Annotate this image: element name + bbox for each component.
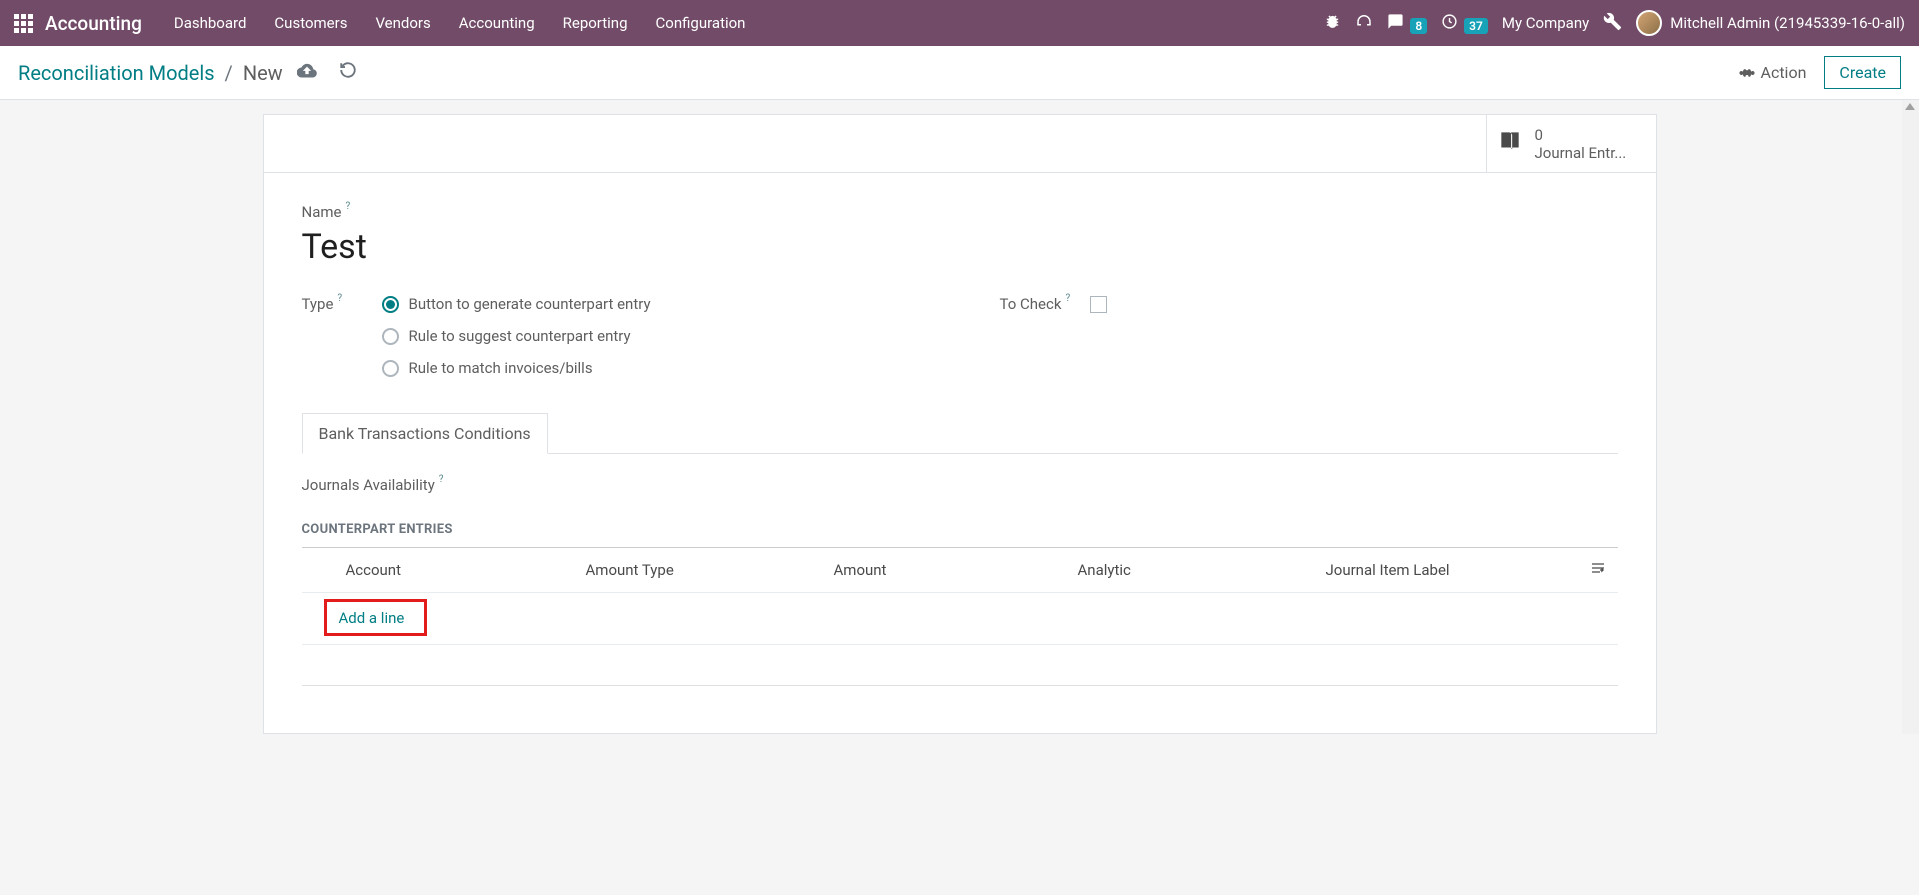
nav-reporting[interactable]: Reporting (549, 14, 642, 32)
discard-icon[interactable] (339, 61, 357, 84)
columns-options-icon[interactable] (1578, 560, 1618, 580)
to-check-checkbox[interactable] (1090, 296, 1107, 313)
type-radios: Button to generate counterpart entry Rul… (382, 295, 651, 377)
sheet-header (264, 115, 1656, 173)
journals-label: Journals Availability? (302, 476, 1618, 494)
timer-badge: 37 (1464, 18, 1488, 34)
breadcrumb-parent[interactable]: Reconciliation Models (18, 61, 215, 85)
radio-unchecked-icon (382, 328, 399, 345)
action-menu[interactable]: Action (1739, 63, 1807, 82)
name-label: Name? (302, 203, 1618, 221)
breadcrumb: Reconciliation Models / New (18, 60, 357, 85)
stat-label: Journal Entr... (1535, 144, 1627, 162)
scrollbar[interactable] (1902, 100, 1919, 734)
tools-icon[interactable] (1603, 12, 1622, 35)
content: 0 Journal Entr... Name? Test Type? Butto… (0, 100, 1919, 734)
company-name[interactable]: My Company (1502, 14, 1589, 32)
breadcrumb-bar: Reconciliation Models / New Action Creat… (0, 46, 1919, 100)
stat-journal-entries[interactable]: 0 Journal Entr... (1486, 115, 1656, 173)
section-counterpart: COUNTERPART ENTRIES (302, 522, 1618, 537)
bug-icon[interactable] (1324, 13, 1341, 34)
radio-rule-match[interactable]: Rule to match invoices/bills (382, 359, 651, 377)
nav-dashboard[interactable]: Dashboard (160, 14, 261, 32)
nav-accounting[interactable]: Accounting (445, 14, 549, 32)
tabs: Bank Transactions Conditions (302, 413, 1618, 454)
radio-rule-suggest[interactable]: Rule to suggest counterpart entry (382, 327, 651, 345)
messages-badge: 8 (1410, 18, 1427, 34)
add-line-highlight: Add a line (324, 599, 428, 636)
cloud-save-icon[interactable] (297, 60, 317, 85)
col-account[interactable]: Account (346, 561, 586, 579)
topbar: Accounting Dashboard Customers Vendors A… (0, 0, 1919, 46)
book-icon (1497, 128, 1523, 160)
user-menu[interactable]: Mitchell Admin (21945339-16-0-all) (1636, 10, 1905, 36)
col-amount-type[interactable]: Amount Type (586, 561, 834, 579)
radio-unchecked-icon (382, 360, 399, 377)
radio-button-generate[interactable]: Button to generate counterpart entry (382, 295, 651, 313)
tab-bank-conditions[interactable]: Bank Transactions Conditions (302, 413, 548, 454)
breadcrumb-separator: / (225, 61, 233, 85)
type-label: Type? (302, 295, 358, 313)
col-analytic[interactable]: Analytic (1078, 561, 1326, 579)
stat-count: 0 (1535, 126, 1627, 144)
form-sheet: 0 Journal Entr... Name? Test Type? Butto… (263, 114, 1657, 734)
avatar (1636, 10, 1662, 36)
nav-vendors[interactable]: Vendors (361, 14, 444, 32)
breadcrumb-current: New (243, 61, 283, 85)
radio-checked-icon (382, 296, 399, 313)
col-journal-item-label[interactable]: Journal Item Label (1326, 561, 1578, 579)
user-name: Mitchell Admin (21945339-16-0-all) (1670, 14, 1905, 32)
timer-icon[interactable]: 37 (1441, 13, 1488, 34)
grid-head: Account Amount Type Amount Analytic Jour… (302, 548, 1618, 593)
topbar-right: 8 37 My Company Mitchell Admin (21945339… (1324, 10, 1905, 36)
name-value[interactable]: Test (302, 227, 1618, 267)
app-name: Accounting (45, 12, 142, 35)
apps-icon[interactable] (14, 14, 33, 33)
messages-icon[interactable]: 8 (1387, 13, 1427, 34)
col-amount[interactable]: Amount (834, 561, 1078, 579)
nav-configuration[interactable]: Configuration (642, 14, 760, 32)
counterpart-grid: Account Amount Type Amount Analytic Jour… (302, 548, 1618, 686)
nav-customers[interactable]: Customers (260, 14, 361, 32)
nav-menu: Dashboard Customers Vendors Accounting R… (160, 14, 760, 32)
add-line-link[interactable]: Add a line (339, 609, 405, 627)
create-button[interactable]: Create (1824, 56, 1901, 89)
to-check-label: To Check? (1000, 295, 1071, 313)
support-icon[interactable] (1355, 12, 1373, 34)
